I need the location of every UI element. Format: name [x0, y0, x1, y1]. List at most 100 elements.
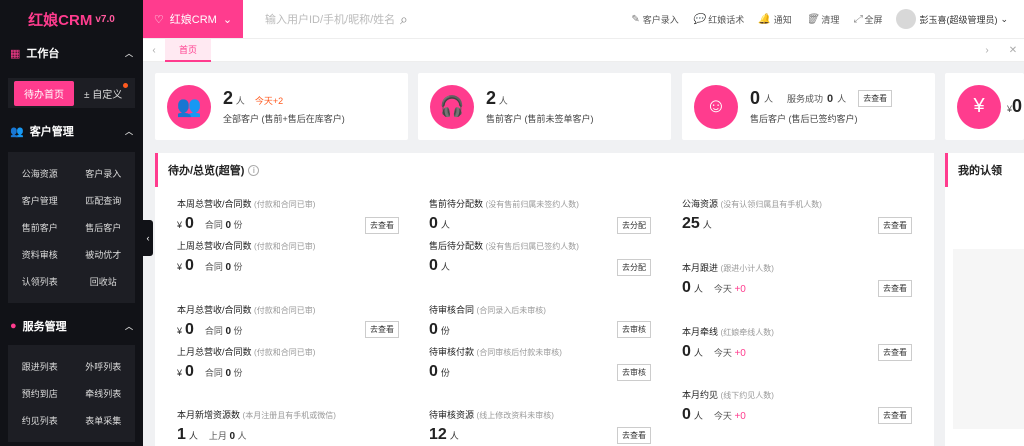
home-todo-button[interactable]: 待办首页	[14, 80, 74, 106]
user-menu[interactable]: 彭玉喜(超级管理员) ⌄	[896, 9, 1008, 29]
customers-icon: 👥	[167, 84, 211, 129]
collapse-sidebar-button[interactable]: ‹	[143, 220, 153, 256]
view-followup-button[interactable]: 去查看	[878, 280, 912, 297]
menu-item[interactable]: 公海资源	[8, 160, 72, 187]
menu-item[interactable]: 售前客户	[8, 214, 72, 241]
info-icon[interactable]: i	[248, 164, 260, 176]
block-value: 0	[682, 279, 691, 296]
sub-value: 0	[229, 431, 236, 442]
sub-value: 0	[225, 326, 232, 337]
user-name: 彭玉喜(超级管理员)	[919, 14, 998, 25]
block-note: (线上修改资料未审核)	[476, 411, 554, 420]
view-public-resources-button[interactable]: 去查看	[878, 217, 912, 234]
tab-home[interactable]: 首页	[165, 38, 212, 62]
panel-title: 待办/总览(超管) i	[155, 153, 934, 187]
section-workbench[interactable]: ▦ 工作台 ︿	[0, 38, 143, 68]
view-aftersale-button[interactable]: 去查看	[858, 90, 893, 107]
close-all-icon[interactable]: ✕	[1002, 45, 1024, 56]
block-note: (没有认领归属且有手机人数)	[720, 200, 822, 209]
block-unit: 份	[440, 368, 450, 378]
topbar: ♡ 红娘CRM ⌄ 输入用户ID/手机/昵称/姓名 ⌕ ✎ 客户录入 💬 红娘话术 🔔 通…	[143, 0, 1024, 38]
yen-sign: ¥	[177, 326, 183, 336]
menu-item[interactable]: 售后客户	[72, 214, 136, 241]
sub-unit: 份	[233, 368, 243, 378]
workbench-row: 待办首页 ± 自定义	[8, 78, 135, 108]
grid-icon: ▦	[10, 47, 21, 60]
assign-aftersale-button[interactable]: 去分配	[617, 259, 651, 276]
menu-item[interactable]: 表单采集	[72, 407, 136, 434]
stat-unit: 人	[235, 96, 245, 106]
block-title: 待审核合同	[429, 305, 475, 315]
view-month-revenue-button[interactable]: 去查看	[365, 321, 399, 338]
menu-item[interactable]: 跟进列表	[8, 353, 72, 380]
bell-icon: 🔔	[758, 13, 771, 25]
block-title: 待审核付款	[429, 347, 475, 357]
logo-text: 红娘CRM	[28, 11, 93, 29]
assign-presale-button[interactable]: 去分配	[617, 217, 651, 234]
stat-card-aftersale: ☺ 0人 服务成功 0 人 去查看 售后客户 (售后已签约客户)	[682, 73, 935, 140]
fullscreen-button[interactable]: ⤢ 全屏	[853, 13, 882, 26]
view-week-revenue-button[interactable]: 去查看	[365, 217, 399, 234]
menu-item[interactable]: 客户管理	[8, 187, 72, 214]
search-icon[interactable]: ⌕	[400, 11, 408, 28]
search-input[interactable]: 输入用户ID/手机/昵称/姓名	[265, 11, 400, 27]
block-title: 本周总营收/合同数	[177, 199, 252, 209]
block-unit: 人	[693, 284, 703, 294]
notify-button[interactable]: 🔔 通知	[758, 13, 791, 26]
review-contract-button[interactable]: 去审核	[617, 321, 651, 338]
view-pending-resources-button[interactable]: 去查看	[617, 427, 651, 444]
block-pending-contract: 待审核合同 (合同录入后未审核) 0份	[429, 303, 546, 339]
script-button[interactable]: 💬 红娘话术	[693, 13, 744, 26]
sub-label: 合同	[204, 220, 223, 230]
sub-value: 0	[225, 368, 232, 379]
chevron-up-icon: ︿	[125, 48, 133, 58]
view-match-button[interactable]: 去查看	[878, 344, 912, 361]
block-note: (付款和合同已审)	[254, 306, 316, 315]
action-label: 通知	[773, 14, 792, 25]
custom-button[interactable]: ± 自定义	[78, 81, 129, 106]
app-logo[interactable]: 红娘CRM v7.0	[0, 0, 143, 38]
section-title: 服务管理	[22, 321, 67, 333]
block-title: 上周总营收/合同数	[177, 241, 252, 251]
menu-item[interactable]: 约见列表	[8, 407, 72, 434]
action-label: 清理	[821, 14, 840, 25]
menu-item[interactable]: 客户录入	[72, 160, 136, 187]
crm-select[interactable]: ♡ 红娘CRM ⌄	[143, 0, 243, 38]
success-value: 0	[827, 92, 834, 105]
block-unit: 人	[693, 411, 703, 421]
sub-unit: 份	[233, 220, 243, 230]
sub-label: 上月	[208, 431, 227, 441]
chevron-left-icon[interactable]: ‹	[143, 45, 165, 56]
version-label: v7.0	[95, 13, 115, 25]
yen-sign: ¥	[177, 220, 183, 230]
view-meet-button[interactable]: 去查看	[878, 407, 912, 424]
sub-label: 合同	[204, 326, 223, 336]
clean-button[interactable]: 🗑 清理	[806, 13, 840, 26]
block-note: (合同审核后付款未审核)	[476, 348, 562, 357]
block-title: 售后待分配数	[429, 241, 484, 251]
sub-unit: 份	[233, 326, 243, 336]
menu-item[interactable]: 认领列表	[8, 268, 72, 295]
success-unit: 人	[837, 94, 847, 104]
menu-item[interactable]: 牵线列表	[72, 380, 136, 407]
block-value: 12	[429, 426, 447, 443]
customer-entry-button[interactable]: ✎ 客户录入	[631, 13, 678, 26]
section-customer[interactable]: 👥 客户管理 ︿	[0, 116, 143, 146]
block-note: (跟进小计人数)	[720, 264, 774, 273]
section-service[interactable]: ● 服务管理 ︿	[0, 311, 143, 341]
menu-item[interactable]: 匹配查询	[72, 187, 136, 214]
chevron-right-icon[interactable]: ›	[976, 45, 998, 56]
block-note: (合同录入后未审核)	[476, 306, 546, 315]
menu-item[interactable]: 预约到店	[8, 380, 72, 407]
menu-item[interactable]: 回收站	[72, 268, 136, 295]
block-last-week-revenue: 上周总营收/合同数 (付款和合同已审) ¥0 合同 0 份	[177, 239, 315, 275]
stat-label: 全部客户 (售前+售后在库客户)	[223, 114, 345, 124]
review-payment-button[interactable]: 去审核	[617, 364, 651, 381]
avatar	[896, 9, 917, 29]
action-label: 全屏	[864, 14, 883, 25]
menu-item[interactable]: 外呼列表	[72, 353, 136, 380]
menu-item[interactable]: 资料审核	[8, 241, 72, 268]
top-actions: ✎ 客户录入 💬 红娘话术 🔔 通知 🗑 清理 ⤢ 全屏 彭玉喜(超级管理员) ⌄	[631, 9, 1024, 29]
block-value: 1	[177, 426, 186, 443]
menu-item[interactable]: 被动优才	[72, 241, 136, 268]
